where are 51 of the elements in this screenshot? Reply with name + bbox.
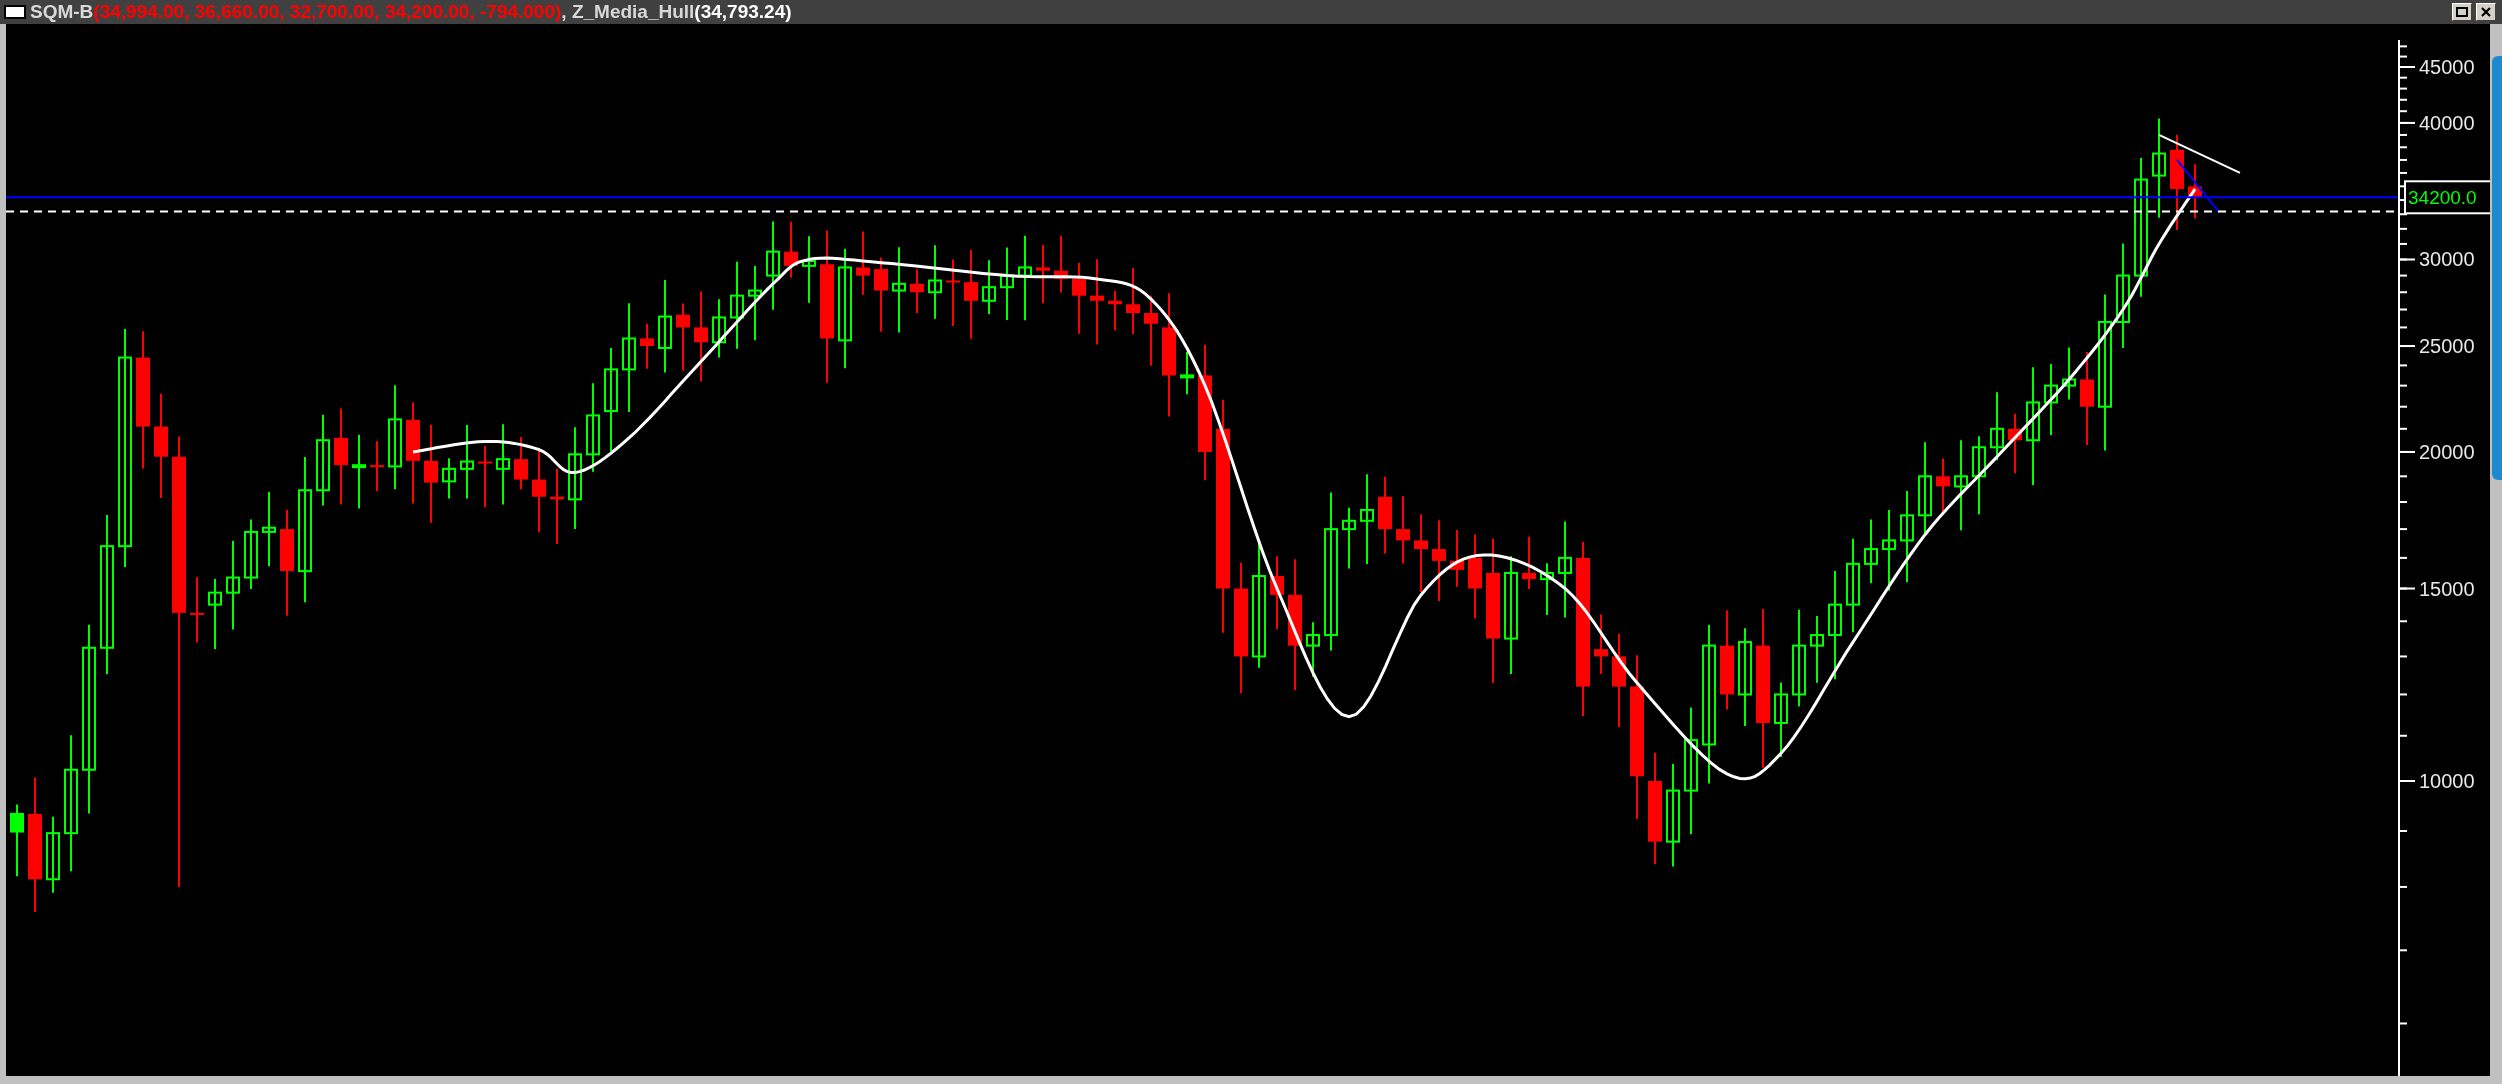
- price-tick-label: 20000: [2419, 440, 2475, 463]
- candlestick: [712, 298, 726, 359]
- candlestick: [640, 322, 654, 370]
- price-tick-label: 15000: [2419, 577, 2475, 600]
- candlestick: [910, 268, 924, 314]
- symbol-label: SQM-B: [30, 0, 94, 22]
- price-tick-label: 10000: [2419, 770, 2475, 792]
- candlestick: [478, 445, 492, 509]
- price-tick-label: 25000: [2419, 335, 2475, 358]
- price-tick-label: 40000: [2419, 111, 2475, 134]
- indicator-value: (34,793.24): [694, 0, 792, 22]
- candlestick: [1036, 244, 1050, 305]
- candlestick: [442, 457, 456, 500]
- candlestick: [1450, 528, 1464, 588]
- candlestick: [946, 258, 960, 328]
- candlestick: [1540, 562, 1554, 616]
- indicator-name: , Z_Media_Hull: [561, 0, 695, 22]
- candlestick: [2008, 412, 2022, 475]
- candlestick: [802, 235, 816, 304]
- candlestick: [1342, 506, 1356, 570]
- candlestick: [1306, 621, 1320, 678]
- candlestick: [1396, 495, 1410, 565]
- maximize-button[interactable]: [2452, 2, 2472, 21]
- last-price-tag: 34200.0: [2404, 180, 2490, 215]
- candlestick: [1594, 613, 1608, 675]
- window-icon: [4, 4, 26, 19]
- candlestick: [856, 230, 870, 296]
- maximize-icon: [2456, 6, 2468, 17]
- candlestick: [1054, 234, 1068, 294]
- candlestick: [1864, 518, 1878, 585]
- candlestick: [190, 576, 204, 644]
- candlestick: [1108, 289, 1122, 332]
- candlestick: [1810, 615, 1824, 684]
- candlestick: [1180, 350, 1194, 396]
- candlestick: [514, 436, 528, 491]
- price-tick-label: 45000: [2419, 56, 2475, 78]
- candlestick: [1990, 391, 2004, 462]
- price-tick-label: 30000: [2419, 248, 2475, 271]
- candlestick: [1522, 535, 1536, 590]
- candlestick: [1126, 267, 1140, 336]
- candlestick: [982, 259, 996, 315]
- candlestick: [208, 578, 222, 650]
- candlestick: [370, 440, 384, 492]
- candlestick: [2062, 346, 2076, 401]
- candlestick: [1936, 457, 1950, 514]
- close-button[interactable]: [2476, 2, 2496, 21]
- candlestick: [676, 302, 690, 372]
- candlestick: [784, 220, 798, 279]
- candlestick: [2188, 163, 2202, 220]
- quote-values: (34,994.00, 36,660.00, 32,700.00, 34,200.00, -794.000): [93, 0, 562, 22]
- close-icon: [2481, 6, 2491, 17]
